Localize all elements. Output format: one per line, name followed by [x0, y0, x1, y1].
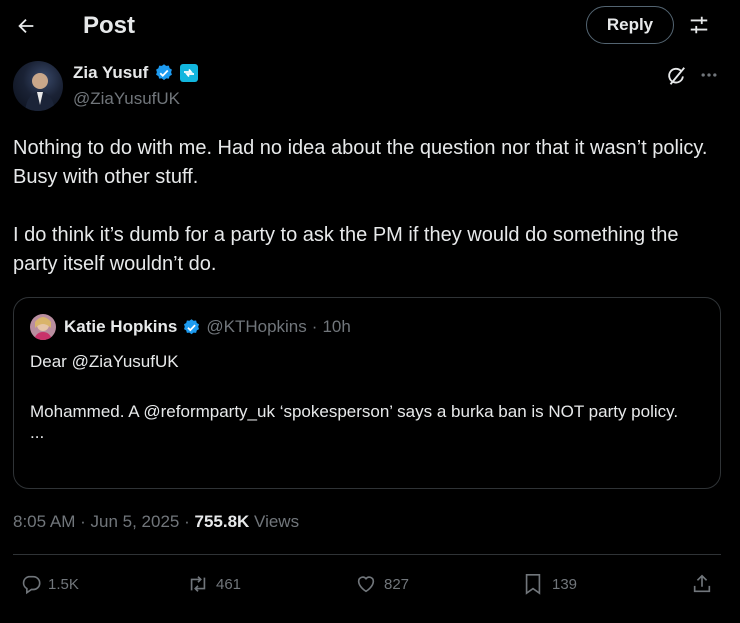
post-text-paragraph-2: I do think it’s dumb for a party to ask …: [13, 224, 679, 275]
avatar[interactable]: [13, 61, 63, 111]
more-horizontal-icon: [701, 73, 717, 77]
like-count: 827: [384, 575, 410, 593]
post-date[interactable]: Jun 5, 2025: [91, 512, 180, 531]
grok-icon: [668, 67, 685, 85]
post-meta: 8:05 AM · Jun 5, 2025 · 755.8K Views: [13, 512, 300, 531]
post-text-paragraph-1: Nothing to do with me. Had no idea about…: [13, 137, 708, 188]
reply-button-label: Reply: [606, 15, 654, 34]
reply-count: 1.5K: [48, 575, 79, 593]
post-text: Nothing to do with me. Had no idea about…: [13, 134, 728, 279]
author-name[interactable]: Zia Yusuf: [73, 63, 148, 83]
quoted-text: Dear @ZiaYusufUK Mohammed. A @reformpart…: [30, 349, 710, 442]
reply-action[interactable]: 1.5K: [20, 571, 79, 597]
heart-icon: [357, 576, 375, 593]
page-title: Post: [83, 12, 136, 39]
quoted-text-ellipsis: ...: [30, 423, 45, 442]
arrow-left-icon: [18, 18, 34, 34]
views-label: Views: [254, 512, 300, 531]
quoted-text-line-1: Dear @ZiaYusufUK: [30, 352, 179, 371]
quoted-text-line-2: Mohammed. A @reformparty_uk ‘spokesperso…: [30, 402, 679, 421]
like-action[interactable]: 827: [355, 571, 409, 597]
quoted-author-handle: @KTHopkins: [206, 317, 307, 336]
verified-badge-icon: [156, 64, 173, 81]
grok-button[interactable]: [662, 62, 690, 90]
reply-button[interactable]: Reply: [586, 6, 674, 44]
share-action[interactable]: [689, 571, 715, 597]
more-options-button[interactable]: [696, 62, 722, 88]
repost-icon: [190, 576, 206, 592]
quoted-author-avatar: [30, 314, 56, 340]
back-button[interactable]: [8, 8, 44, 44]
verified-badge-icon: [184, 318, 200, 334]
bookmark-action[interactable]: 139: [523, 571, 577, 597]
divider: [13, 554, 721, 555]
share-icon: [693, 574, 711, 593]
quoted-post[interactable]: Katie Hopkins @KTHopkins · 10h Dear @Zia…: [13, 297, 721, 489]
bookmark-count: 139: [552, 575, 578, 593]
quoted-author-name: Katie Hopkins: [64, 317, 178, 336]
affiliate-badge-icon: [180, 64, 199, 82]
repost-action[interactable]: 461: [186, 571, 241, 597]
bookmark-icon: [525, 574, 541, 595]
views-count: 755.8K: [194, 512, 250, 531]
author-handle[interactable]: @ZiaYusufUK: [73, 89, 180, 109]
post-time[interactable]: 8:05 AM: [13, 512, 75, 531]
sliders-icon: [690, 16, 708, 34]
quoted-post-age: 10h: [322, 317, 351, 336]
filter-settings-button[interactable]: [684, 10, 714, 40]
quoted-separator: ·: [311, 317, 318, 336]
reply-icon: [22, 575, 41, 595]
repost-count: 461: [216, 575, 242, 593]
